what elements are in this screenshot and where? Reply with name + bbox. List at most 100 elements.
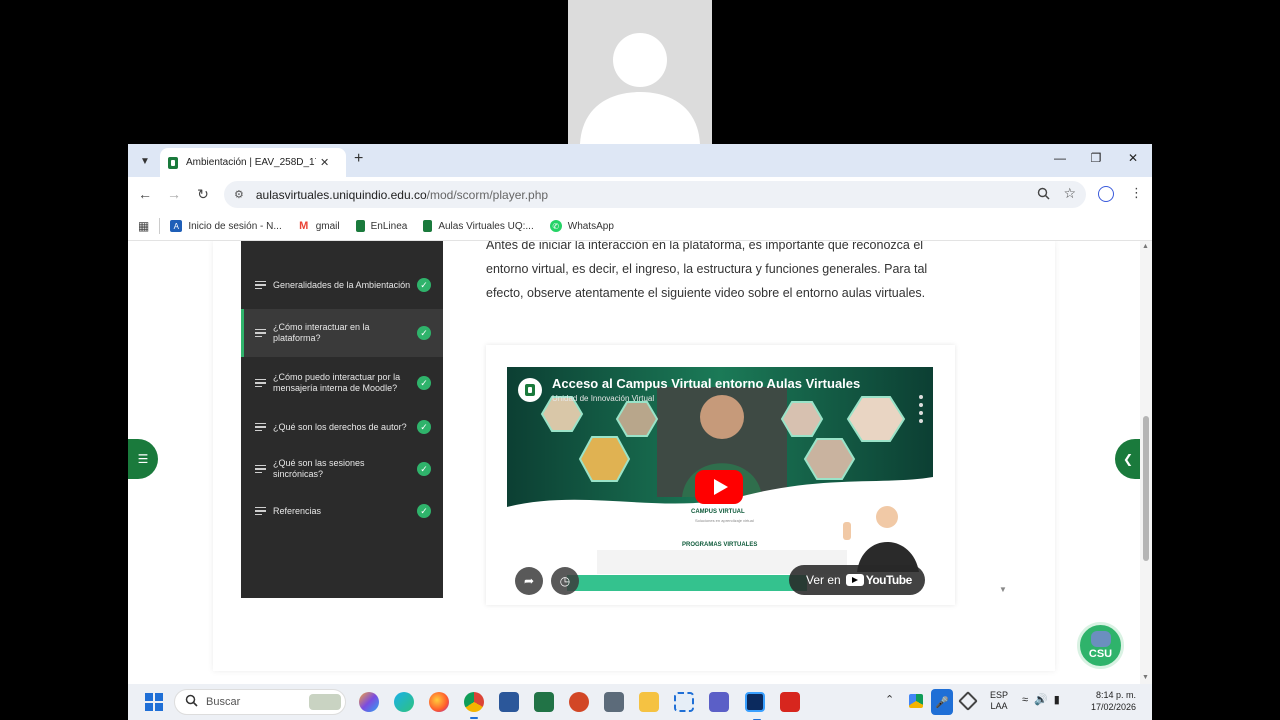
word-icon[interactable] bbox=[499, 692, 519, 712]
uniquindio-icon bbox=[423, 220, 433, 232]
toc-item-derechos-autor[interactable]: ¿Qué son los derechos de autor? ✓ bbox=[241, 413, 443, 441]
snipping-tool-icon[interactable] bbox=[674, 692, 694, 712]
toc-item-sesiones-sincronicas[interactable]: ¿Qué son las sesiones sincrónicas? ✓ bbox=[241, 449, 443, 489]
toc-toggle-list-icon[interactable]: ☰ bbox=[128, 439, 158, 479]
bookmark-star-icon[interactable]: ☆ bbox=[1063, 185, 1076, 202]
check-icon: ✓ bbox=[417, 278, 431, 292]
toc-item-referencias[interactable]: Referencias ✓ bbox=[241, 499, 443, 523]
chrome-icon[interactable] bbox=[464, 692, 484, 719]
video-channel: Unidad de Innovación Virtual bbox=[552, 394, 655, 403]
acrobat-icon[interactable] bbox=[780, 692, 800, 712]
restore-icon[interactable]: ❐ bbox=[1086, 151, 1106, 165]
toc-item-mensajeria[interactable]: ¿Cómo puedo interactuar por la mensajerí… bbox=[241, 363, 443, 403]
search-icon bbox=[185, 694, 198, 710]
apps-grid-icon[interactable]: ▦ bbox=[138, 219, 149, 233]
profile-icon[interactable] bbox=[1098, 186, 1114, 202]
bookmark-aulas-virtuales[interactable]: Aulas Virtuales UQ:... bbox=[423, 220, 534, 232]
close-tab-icon[interactable]: ✕ bbox=[320, 156, 329, 169]
toc-item-label: ¿Cómo interactuar en la plataforma? bbox=[273, 322, 370, 343]
share-icon[interactable]: ➦ bbox=[515, 567, 543, 595]
channel-logo-icon[interactable] bbox=[518, 378, 542, 402]
inner-scroll-down-icon[interactable]: ▼ bbox=[999, 585, 1007, 594]
google-drive-icon[interactable] bbox=[909, 694, 923, 708]
tray-overflow-chevron-icon[interactable]: ⌃ bbox=[885, 693, 894, 706]
microsoft-login-icon: A bbox=[170, 220, 183, 232]
powerpoint-icon[interactable] bbox=[569, 692, 589, 712]
scroll-down-icon[interactable]: ▼ bbox=[1142, 674, 1149, 681]
list-icon bbox=[255, 421, 266, 434]
input-language-indicator[interactable]: ESP LAA bbox=[990, 690, 1008, 712]
toc-item-label: Generalidades de la Ambientación bbox=[273, 279, 411, 290]
bookmark-label: Inicio de sesión - N... bbox=[188, 220, 282, 232]
toc-item-generalidades[interactable]: Generalidades de la Ambientación ✓ bbox=[241, 265, 443, 305]
check-icon: ✓ bbox=[417, 504, 431, 518]
watch-on-youtube-button[interactable]: Ver en YouTube bbox=[789, 565, 925, 595]
back-icon[interactable]: ← bbox=[136, 186, 154, 202]
browser-tab[interactable]: Ambientación | EAV_258D_178_ ✕ bbox=[160, 148, 346, 177]
taskbar-clock[interactable]: 8:14 p. m. 17/02/2026 bbox=[1086, 689, 1136, 713]
teams-icon[interactable] bbox=[709, 692, 729, 712]
battery-icon[interactable]: ▮ bbox=[1054, 694, 1066, 706]
url-path: /mod/scorm/player.php bbox=[426, 187, 549, 202]
windows-start-icon[interactable] bbox=[145, 693, 163, 711]
copilot-icon[interactable] bbox=[359, 692, 379, 712]
taskbar-search[interactable]: Buscar bbox=[174, 689, 346, 715]
watch-on-label: Ver en bbox=[806, 573, 841, 587]
reload-icon[interactable]: ↻ bbox=[194, 186, 212, 203]
meeting-app-icon[interactable] bbox=[745, 692, 765, 720]
page-scrollbar[interactable]: ▲ ▼ bbox=[1140, 241, 1152, 684]
user-silhouette-icon bbox=[580, 33, 700, 144]
edge-icon[interactable] bbox=[394, 692, 414, 712]
bookmark-label: gmail bbox=[315, 220, 340, 232]
watch-later-clock-icon[interactable]: ◷ bbox=[551, 567, 579, 595]
bookmark-whatsapp[interactable]: ✆ WhatsApp bbox=[549, 220, 614, 232]
search-placeholder: Buscar bbox=[206, 696, 241, 708]
address-bar[interactable]: ⚙ aulasvirtuales.uniquindio.edu.co/mod/s… bbox=[224, 181, 1086, 208]
video-programs-text: PROGRAMAS VIRTUALES bbox=[682, 542, 758, 548]
excel-icon[interactable] bbox=[534, 692, 554, 712]
scroll-thumb[interactable] bbox=[1143, 416, 1149, 561]
calculator-icon[interactable] bbox=[604, 692, 624, 712]
tab-title: Ambientación | EAV_258D_178_ bbox=[186, 157, 316, 168]
browser-menu-icon[interactable]: ⋮ bbox=[1130, 185, 1143, 201]
url-domain: aulasvirtuales.uniquindio.edu.co bbox=[255, 187, 427, 202]
volume-icon[interactable]: 🔊 bbox=[1034, 694, 1054, 706]
play-button[interactable] bbox=[695, 470, 743, 504]
video-card: Acceso al Campus Virtual entorno Aulas V… bbox=[486, 345, 955, 605]
new-tab-icon[interactable]: + bbox=[354, 150, 363, 168]
forward-icon[interactable]: → bbox=[165, 186, 183, 202]
video-title[interactable]: Acceso al Campus Virtual entorno Aulas V… bbox=[552, 376, 860, 391]
bookmark-label: WhatsApp bbox=[567, 220, 614, 232]
bookmarks-bar: ▦ A Inicio de sesión - N... Mgmail EnLine… bbox=[128, 212, 1152, 241]
list-icon bbox=[255, 505, 266, 518]
bookmark-enlinea[interactable]: EnLinea bbox=[355, 220, 407, 232]
bookmark-gmail[interactable]: Mgmail bbox=[297, 220, 340, 232]
video-brand-subtext: Soluciones en aprendizaje virtual bbox=[695, 518, 754, 523]
scroll-up-icon[interactable]: ▲ bbox=[1142, 243, 1149, 250]
youtube-embed[interactable]: Acceso al Campus Virtual entorno Aulas V… bbox=[507, 367, 933, 597]
site-info-icon[interactable]: ⚙ bbox=[234, 188, 244, 201]
microphone-icon[interactable]: 🎤 bbox=[931, 689, 953, 715]
toc-item-interactuar-plataforma[interactable]: ¿Cómo interactuar en la plataforma? ✓ bbox=[241, 309, 443, 357]
list-icon bbox=[255, 377, 266, 390]
youtube-wordmark: YouTube bbox=[865, 573, 913, 587]
toc-item-label: ¿Qué son las sesiones sincrónicas? bbox=[273, 458, 365, 479]
check-icon: ✓ bbox=[417, 420, 431, 434]
wifi-icon[interactable]: ≈ bbox=[1022, 694, 1034, 706]
system-tray[interactable]: ≈🔊▮ bbox=[1022, 693, 1066, 706]
firefox-icon[interactable] bbox=[429, 692, 449, 712]
participant-avatar bbox=[568, 0, 712, 144]
csu-assistant-button[interactable]: CSU bbox=[1077, 622, 1124, 669]
tab-search-chevron-icon[interactable]: ▼ bbox=[136, 152, 154, 170]
bookmark-login[interactable]: A Inicio de sesión - N... bbox=[170, 220, 282, 232]
list-icon bbox=[255, 279, 266, 292]
zoom-icon[interactable] bbox=[1037, 187, 1050, 203]
page-viewport: Generalidades de la Ambientación ✓ ¿Cómo… bbox=[128, 241, 1152, 684]
location-icon[interactable] bbox=[958, 691, 978, 711]
file-explorer-icon[interactable] bbox=[639, 692, 659, 712]
minimize-icon[interactable]: — bbox=[1050, 151, 1070, 165]
check-icon: ✓ bbox=[417, 326, 431, 340]
close-window-icon[interactable]: ✕ bbox=[1123, 151, 1143, 165]
chevron-left-icon[interactable]: ❮ bbox=[1115, 439, 1141, 479]
toc-item-label: ¿Qué son los derechos de autor? bbox=[273, 421, 407, 432]
